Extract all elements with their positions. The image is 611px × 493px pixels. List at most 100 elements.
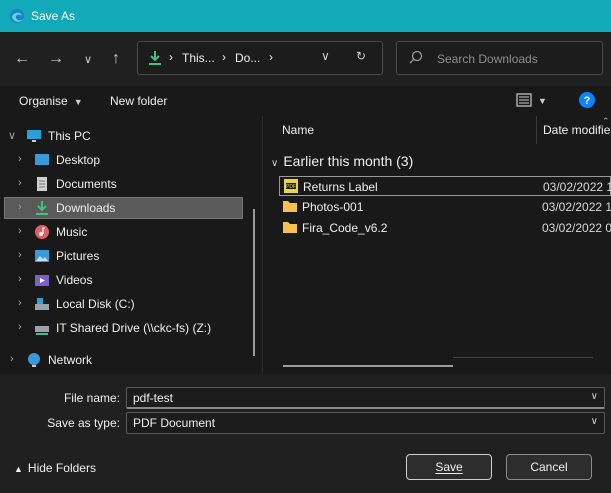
- chevron-right-icon[interactable]: ›: [18, 177, 22, 189]
- back-arrow-icon[interactable]: ←: [11, 48, 33, 70]
- save-form: File name: pdf-test ∨ Save as type: PDF …: [0, 374, 611, 493]
- file-date: 03/02/2022 1: [543, 180, 611, 194]
- hide-folders-label: Hide Folders: [27, 461, 96, 475]
- chevron-right-icon[interactable]: ›: [18, 201, 22, 213]
- title-bar[interactable]: Save As: [0, 0, 611, 32]
- breadcrumb-separator-icon: ›: [169, 50, 173, 64]
- breadcrumb-this-pc[interactable]: This...: [182, 51, 215, 65]
- chevron-right-icon[interactable]: ›: [10, 353, 14, 365]
- save-as-type-select[interactable]: PDF Document ∨: [126, 412, 605, 434]
- organise-menu[interactable]: Organise ▼: [19, 94, 83, 108]
- file-name-value: pdf-test: [133, 391, 174, 405]
- chevron-right-icon[interactable]: ›: [18, 297, 22, 309]
- chevron-down-icon[interactable]: ∨: [591, 391, 598, 402]
- save-as-dialog: Save As ← → ∨ ↑ › This... › Do... › ∨ ↻ …: [0, 0, 611, 493]
- sidebar-item-music[interactable]: › Music: [4, 221, 243, 243]
- sidebar-item-label: Network: [48, 353, 93, 367]
- save-label: Save: [435, 460, 463, 474]
- breadcrumb-separator-icon: ›: [269, 50, 273, 64]
- chevron-down-icon[interactable]: ∨: [8, 129, 16, 142]
- navigation-pane: ∨ This PC › Desktop › Documents › Downlo…: [0, 116, 262, 374]
- documents-icon: [37, 177, 47, 191]
- group-header[interactable]: ∨ Earlier this month (3): [271, 153, 413, 169]
- pictures-icon: [35, 250, 49, 262]
- up-arrow-icon[interactable]: ↑: [105, 48, 127, 70]
- svg-text:PDF: PDF: [286, 184, 296, 190]
- file-row[interactable]: Photos-001 03/02/2022 1: [279, 197, 611, 217]
- desktop-icon: [35, 154, 49, 165]
- column-header-date-modified[interactable]: Date modifie: [543, 123, 610, 137]
- new-folder-button[interactable]: New folder: [110, 94, 167, 108]
- sidebar-item-pictures[interactable]: › Pictures: [4, 245, 243, 267]
- file-row[interactable]: PDF Returns Label 03/02/2022 1: [279, 176, 611, 196]
- file-date: 03/02/2022 0: [542, 221, 611, 235]
- file-date: 03/02/2022 1: [542, 200, 611, 214]
- save-as-type-value: PDF Document: [133, 416, 216, 430]
- search-input[interactable]: Search Downloads: [437, 52, 538, 66]
- sidebar-item-this-pc[interactable]: ∨ This PC: [4, 125, 243, 147]
- search-icon: [409, 50, 423, 64]
- address-dropdown-chevron-icon[interactable]: ∨: [321, 49, 330, 63]
- breadcrumb-separator-icon: ›: [222, 50, 226, 64]
- chevron-right-icon[interactable]: ›: [18, 321, 22, 333]
- sidebar-item-label: Videos: [56, 273, 93, 287]
- sidebar-item-network[interactable]: › Network: [4, 349, 243, 371]
- file-name-field[interactable]: pdf-test ∨: [126, 387, 605, 409]
- group-label: Earlier this month (3): [283, 153, 414, 169]
- download-icon: [149, 51, 161, 65]
- breadcrumb-downloads[interactable]: Do...: [235, 51, 260, 65]
- file-list-pane: Name Date modifie ⌃ ∨ Earlier this month …: [263, 116, 611, 374]
- cancel-button[interactable]: Cancel: [506, 454, 592, 480]
- hide-folders-button[interactable]: ▲ Hide Folders: [14, 461, 96, 475]
- navigation-scrollbar[interactable]: [253, 209, 255, 356]
- refresh-icon[interactable]: ↻: [356, 49, 366, 63]
- sidebar-item-label: Pictures: [56, 249, 100, 263]
- chevron-right-icon[interactable]: ›: [18, 249, 22, 261]
- sidebar-item-videos[interactable]: › Videos: [4, 269, 243, 291]
- network-drive-icon: [35, 326, 49, 335]
- sidebar-item-label: Documents: [56, 177, 117, 191]
- file-name: Photos-001: [302, 200, 364, 214]
- command-bar: Organise ▼ New folder ▼ ?: [0, 86, 611, 116]
- sidebar-item-it-shared-drive[interactable]: › IT Shared Drive (\\ckc-fs) (Z:): [4, 317, 243, 339]
- column-separator[interactable]: [536, 116, 537, 144]
- forward-arrow-icon[interactable]: →: [45, 48, 67, 70]
- edge-browser-icon: [10, 9, 24, 23]
- address-bar[interactable]: › This... › Do... › ∨ ↻: [137, 41, 383, 75]
- sidebar-item-label: Desktop: [56, 153, 101, 167]
- sidebar-item-label: This PC: [48, 129, 91, 143]
- chevron-right-icon[interactable]: ›: [18, 225, 22, 237]
- list-view-icon: [516, 93, 532, 107]
- sidebar-item-local-disk[interactable]: › Local Disk (C:): [4, 293, 243, 315]
- videos-icon: [35, 275, 49, 286]
- chevron-right-icon[interactable]: ›: [18, 153, 22, 165]
- help-button[interactable]: ?: [579, 92, 595, 111]
- network-icon: [28, 353, 40, 367]
- sidebar-item-downloads[interactable]: › Downloads: [4, 197, 243, 219]
- search-box[interactable]: Search Downloads: [396, 41, 603, 75]
- sidebar-item-label: Music: [56, 225, 88, 239]
- chevron-right-icon[interactable]: ›: [18, 273, 22, 285]
- view-options-button[interactable]: ▼: [516, 92, 547, 111]
- sidebar-item-desktop[interactable]: › Desktop: [4, 149, 243, 171]
- organise-label: Organise: [19, 94, 68, 108]
- sort-caret-icon: ⌃: [602, 116, 610, 126]
- sidebar-item-documents[interactable]: › Documents: [4, 173, 243, 195]
- local-disk-icon: [35, 298, 49, 310]
- file-row[interactable]: Fira_Code_v6.2 03/02/2022 0: [279, 218, 611, 238]
- horizontal-scrollbar[interactable]: [283, 365, 453, 367]
- window-title: Save As: [31, 9, 76, 23]
- download-icon: [36, 201, 48, 215]
- column-header-name[interactable]: Name: [282, 123, 314, 137]
- folder-icon: [283, 201, 297, 212]
- chevron-up-icon: ▲: [14, 464, 23, 474]
- chevron-down-icon: ∨: [271, 158, 279, 169]
- sidebar-item-label: Downloads: [56, 201, 116, 215]
- folder-icon: [283, 222, 297, 233]
- recent-locations-chevron-icon[interactable]: ∨: [77, 48, 99, 70]
- help-glyph: ?: [584, 95, 591, 107]
- file-name-label: File name:: [63, 391, 120, 405]
- save-button[interactable]: Save: [406, 454, 492, 480]
- pc-icon: [27, 130, 41, 142]
- sidebar-item-label: Local Disk (C:): [56, 297, 135, 311]
